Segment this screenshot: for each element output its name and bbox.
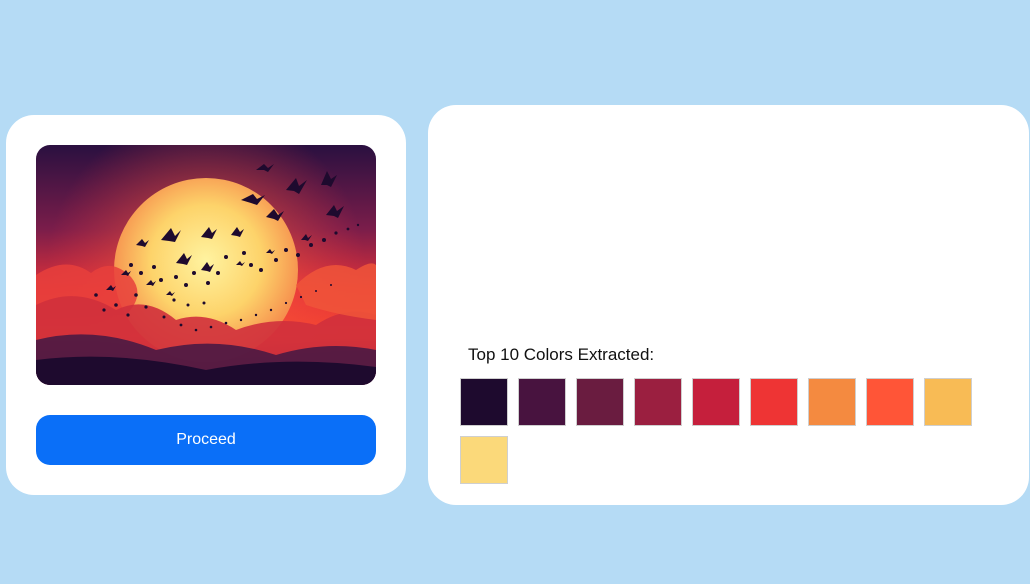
color-swatch: [518, 378, 566, 426]
color-swatch: [460, 378, 508, 426]
color-swatch: [924, 378, 972, 426]
color-swatch: [576, 378, 624, 426]
image-upload-card: Proceed: [6, 115, 406, 495]
color-swatch: [460, 436, 508, 484]
color-swatch: [866, 378, 914, 426]
color-swatch: [750, 378, 798, 426]
proceed-button[interactable]: Proceed: [36, 415, 376, 465]
color-swatch: [808, 378, 856, 426]
color-swatch: [692, 378, 740, 426]
color-swatch: [634, 378, 682, 426]
sunset-birds-image: [36, 145, 376, 385]
color-results-card: Top 10 Colors Extracted:: [428, 105, 1029, 505]
colors-heading: Top 10 Colors Extracted:: [468, 345, 655, 364]
